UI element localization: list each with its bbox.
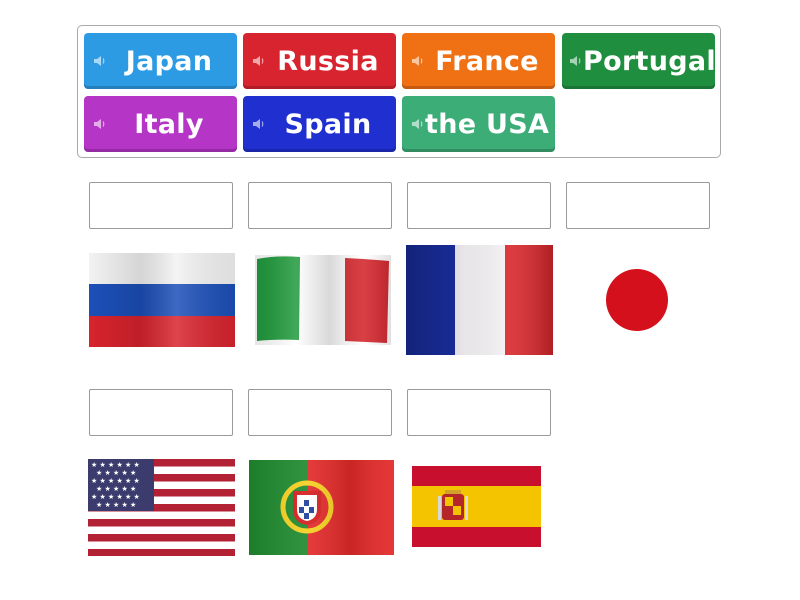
flag-portugal: [249, 460, 394, 555]
tile-label: Italy: [134, 108, 204, 140]
answer-slot-spain[interactable]: [407, 389, 551, 436]
tile-spain[interactable]: Spain: [243, 96, 396, 152]
tile-label: Japan: [125, 45, 213, 77]
tile-the-usa[interactable]: the USA: [402, 96, 555, 152]
svg-text:★ ★ ★ ★ ★ ★: ★ ★ ★ ★ ★ ★: [91, 461, 140, 469]
flag-usa: ★ ★ ★ ★ ★ ★ ★ ★ ★ ★ ★ ★ ★ ★ ★ ★ ★ ★ ★ ★ …: [88, 459, 235, 556]
speaker-icon[interactable]: [93, 54, 115, 68]
tile-portugal[interactable]: Portugal: [562, 33, 716, 89]
tile-russia[interactable]: Russia: [243, 33, 396, 89]
svg-text:★ ★ ★ ★ ★ ★: ★ ★ ★ ★ ★ ★: [91, 493, 140, 501]
tile-france[interactable]: France: [402, 33, 555, 89]
flag-italy: [255, 255, 391, 345]
speaker-icon[interactable]: [411, 54, 433, 68]
tile-japan[interactable]: Japan: [84, 33, 237, 89]
svg-text:★ ★ ★ ★ ★: ★ ★ ★ ★ ★: [96, 485, 136, 493]
answer-slot-portugal[interactable]: [248, 389, 392, 436]
flag-russia: [89, 253, 235, 347]
svg-text:★ ★ ★ ★ ★: ★ ★ ★ ★ ★: [96, 469, 136, 477]
svg-text:★ ★ ★ ★ ★ ★: ★ ★ ★ ★ ★ ★: [91, 477, 140, 485]
answer-slot-france[interactable]: [407, 182, 551, 229]
answer-slot-italy[interactable]: [248, 182, 392, 229]
tile-label: Portugal: [583, 45, 716, 77]
tile-italy[interactable]: Italy: [84, 96, 237, 152]
tile-label: the USA: [425, 108, 550, 140]
svg-text:★ ★ ★ ★ ★: ★ ★ ★ ★ ★: [96, 501, 136, 509]
flag-japan: [566, 250, 712, 350]
tile-label: France: [435, 45, 539, 77]
speaker-icon[interactable]: [411, 117, 425, 131]
tile-label: Russia: [277, 45, 379, 77]
answer-slot-russia[interactable]: [89, 182, 233, 229]
speaker-icon[interactable]: [252, 54, 274, 68]
tile-label: Spain: [284, 108, 372, 140]
answer-slot-usa[interactable]: [89, 389, 233, 436]
speaker-icon[interactable]: [252, 117, 274, 131]
speaker-icon[interactable]: [93, 117, 115, 131]
flag-france: [406, 245, 553, 355]
speaker-icon[interactable]: [569, 54, 583, 68]
answer-slot-japan[interactable]: [566, 182, 710, 229]
flag-spain: [412, 466, 541, 547]
